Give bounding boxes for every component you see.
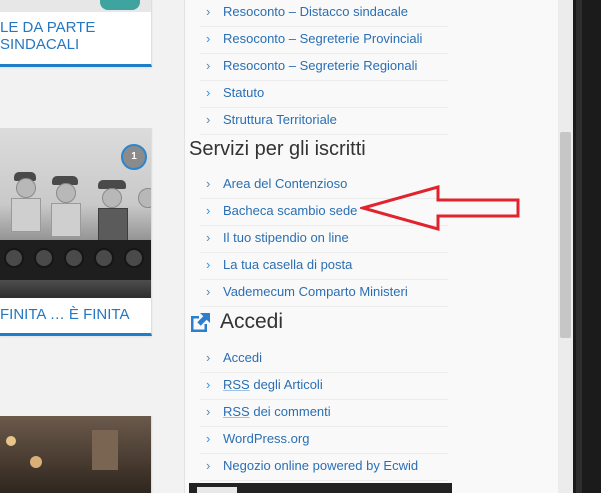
chevron-right-icon: › [206, 85, 211, 100]
chevron-right-icon: › [206, 377, 211, 392]
chevron-right-icon: › [206, 284, 211, 299]
widget-title-accedi: Accedi [220, 310, 284, 333]
menu-item[interactable]: › Resoconto – Distacco sindacale [200, 0, 448, 27]
post-thumbnail[interactable] [0, 0, 151, 12]
menu-link[interactable]: Resoconto – Segreterie Regionali [223, 58, 417, 73]
rss-abbr: RSS [223, 404, 250, 419]
external-link-icon [191, 313, 210, 332]
post-card[interactable]: LE DA PARTE SINDACALI [0, 0, 152, 67]
chevron-right-icon: › [206, 176, 211, 191]
post-thumbnail[interactable] [0, 416, 151, 493]
chevron-right-icon: › [206, 112, 211, 127]
widget-title-servizi: Servizi per gli iscritti [189, 138, 366, 160]
menu-link[interactable]: Il tuo stipendio on line [223, 230, 349, 245]
menu-item[interactable]: › RSS degli Articoli [200, 373, 448, 400]
menu-item[interactable]: › Resoconto – Segreterie Provinciali [200, 27, 448, 54]
menu-item[interactable]: › WordPress.org [200, 427, 448, 454]
chevron-right-icon: › [206, 404, 211, 419]
menu-link[interactable]: Negozio online powered by Ecwid [223, 458, 418, 473]
window-edge [573, 0, 601, 493]
chevron-right-icon: › [206, 257, 211, 272]
pages-menu: › Resoconto – Distacco sindacale › Resocon… [200, 0, 448, 135]
menu-link[interactable]: La tua casella di posta [223, 257, 352, 272]
menu-link[interactable]: Statuto [223, 85, 264, 100]
chevron-right-icon: › [206, 58, 211, 73]
menu-item[interactable]: › Vademecum Comparto Ministeri [200, 280, 448, 307]
chevron-right-icon: › [206, 431, 211, 446]
meta-menu: › Accedi › RSS degli Articoli › RSS dei com… [200, 346, 448, 481]
menu-item[interactable]: › Negozio online powered by Ecwid [200, 454, 448, 481]
chevron-right-icon: › [206, 350, 211, 365]
post-list: LE DA PARTE SINDACALI FINITA … È FINITA … [0, 0, 184, 493]
menu-item[interactable]: › Resoconto – Segreterie Regionali [200, 54, 448, 81]
menu-link[interactable]: RSS degli Articoli [223, 377, 323, 392]
menu-item[interactable]: › Accedi [200, 346, 448, 373]
rss-abbr: RSS [223, 377, 250, 392]
menu-item[interactable]: › Struttura Territoriale [200, 108, 448, 135]
menu-link-bacheca[interactable]: Bacheca scambio sede [223, 203, 357, 218]
menu-item[interactable]: › La tua casella di posta [200, 253, 448, 280]
menu-link[interactable]: WordPress.org [223, 431, 309, 446]
menu-link[interactable]: Area del Contenzioso [223, 176, 347, 191]
menu-link-text: degli Articoli [249, 377, 323, 392]
menu-link[interactable]: Struttura Territoriale [223, 112, 337, 127]
post-title[interactable]: LE DA PARTE SINDACALI [0, 19, 95, 53]
menu-link[interactable]: RSS dei commenti [223, 404, 331, 419]
comment-count-badge[interactable]: 1 [121, 144, 147, 170]
scrollbar-thumb[interactable] [560, 132, 571, 338]
menu-item[interactable]: › RSS dei commenti [200, 400, 448, 427]
chevron-right-icon: › [206, 203, 211, 218]
post-card[interactable] [0, 416, 152, 493]
menu-link[interactable]: Resoconto – Segreterie Provinciali [223, 31, 422, 46]
menu-link-text: dei commenti [249, 404, 331, 419]
menu-item[interactable]: › Statuto [200, 81, 448, 108]
chevron-right-icon: › [206, 458, 211, 473]
menu-link[interactable]: Accedi [223, 350, 262, 365]
menu-link[interactable]: Vademecum Comparto Ministeri [223, 284, 408, 299]
chevron-right-icon: › [206, 230, 211, 245]
annotation-arrow [360, 185, 520, 231]
sidebar-image [189, 483, 452, 493]
post-title[interactable]: FINITA … È FINITA [0, 306, 129, 323]
chevron-right-icon: › [206, 4, 211, 19]
menu-link[interactable]: Resoconto – Distacco sindacale [223, 4, 408, 19]
chevron-right-icon: › [206, 31, 211, 46]
